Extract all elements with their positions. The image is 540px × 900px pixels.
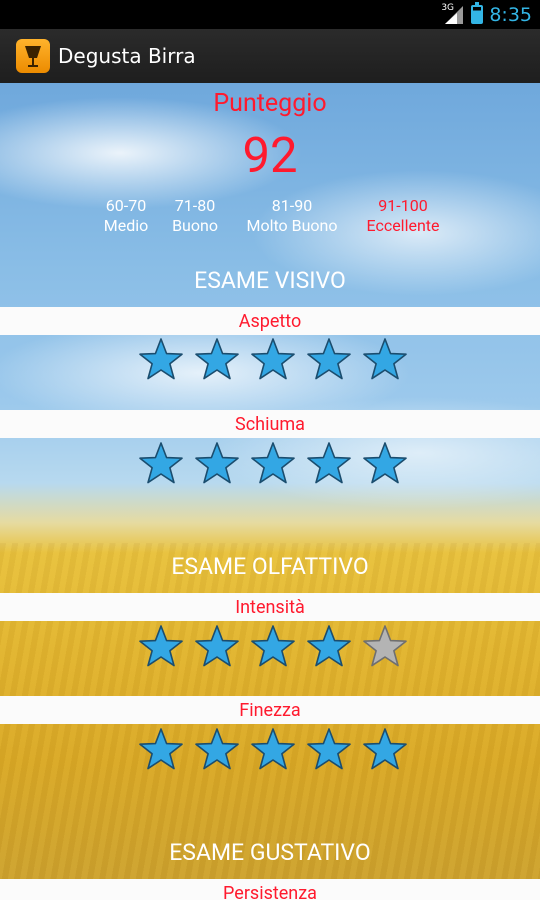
network-type: 3G <box>441 2 455 13</box>
star-filled-icon[interactable] <box>306 337 352 383</box>
rating-finezza[interactable] <box>138 727 408 775</box>
star-filled-icon[interactable] <box>194 624 240 670</box>
score-title: Punteggio <box>213 89 327 118</box>
star-filled-icon[interactable] <box>306 727 352 773</box>
star-filled-icon[interactable] <box>306 624 352 670</box>
criterion-label-intensita: Intensità <box>0 593 540 621</box>
section-esame-olfattivo: ESAME OLFATTIVO <box>171 553 369 580</box>
rating-schiuma[interactable] <box>138 441 408 489</box>
range-label: Buono <box>172 216 218 235</box>
score-range-medio: 60-70 Medio <box>98 196 154 236</box>
clock: 8:35 <box>489 3 532 26</box>
score-range-eccellente: 91-100 Eccellente <box>360 196 446 236</box>
score-value: 92 <box>242 127 298 184</box>
star-filled-icon[interactable] <box>250 337 296 383</box>
range-value: 71-80 <box>174 196 216 215</box>
range-value: 60-70 <box>105 196 147 215</box>
signal-icon: 3G <box>441 2 465 24</box>
star-filled-icon[interactable] <box>138 624 184 670</box>
range-label: Medio <box>103 216 149 235</box>
star-filled-icon[interactable] <box>138 441 184 487</box>
beer-glass-icon[interactable] <box>16 39 50 73</box>
scorecard-content[interactable]: Punteggio 92 60-70 Medio 71-80 Buono 81-… <box>0 83 540 900</box>
star-filled-icon[interactable] <box>306 441 352 487</box>
rating-aspetto[interactable] <box>138 337 408 385</box>
star-filled-icon[interactable] <box>194 337 240 383</box>
criterion-label-aspetto: Aspetto <box>0 307 540 335</box>
star-filled-icon[interactable] <box>138 727 184 773</box>
rating-intensita[interactable] <box>138 624 408 672</box>
star-empty-icon[interactable] <box>362 624 408 670</box>
range-label: Molto Buono <box>246 216 338 235</box>
range-value: 91-100 <box>378 196 428 215</box>
battery-icon <box>471 2 484 24</box>
star-filled-icon[interactable] <box>250 441 296 487</box>
range-label: Eccellente <box>366 216 440 235</box>
star-filled-icon[interactable] <box>250 624 296 670</box>
score-range-buono: 71-80 Buono <box>166 196 224 236</box>
section-esame-visivo: ESAME VISIVO <box>194 267 346 294</box>
section-esame-gustativo: ESAME GUSTATIVO <box>169 839 371 866</box>
criterion-label-persistenza: Persistenza <box>0 879 540 900</box>
star-filled-icon[interactable] <box>250 727 296 773</box>
criterion-label-finezza: Finezza <box>0 696 540 724</box>
criterion-label-schiuma: Schiuma <box>0 410 540 438</box>
status-bar: 3G 8:35 <box>0 0 540 29</box>
star-filled-icon[interactable] <box>362 727 408 773</box>
app-title: Degusta Birra <box>58 44 196 68</box>
star-filled-icon[interactable] <box>362 441 408 487</box>
star-filled-icon[interactable] <box>138 337 184 383</box>
star-filled-icon[interactable] <box>194 441 240 487</box>
score-range-molto-buono: 81-90 Molto Buono <box>238 196 346 236</box>
range-value: 81-90 <box>271 196 313 215</box>
star-filled-icon[interactable] <box>194 727 240 773</box>
star-filled-icon[interactable] <box>362 337 408 383</box>
action-bar: Degusta Birra <box>0 29 540 83</box>
